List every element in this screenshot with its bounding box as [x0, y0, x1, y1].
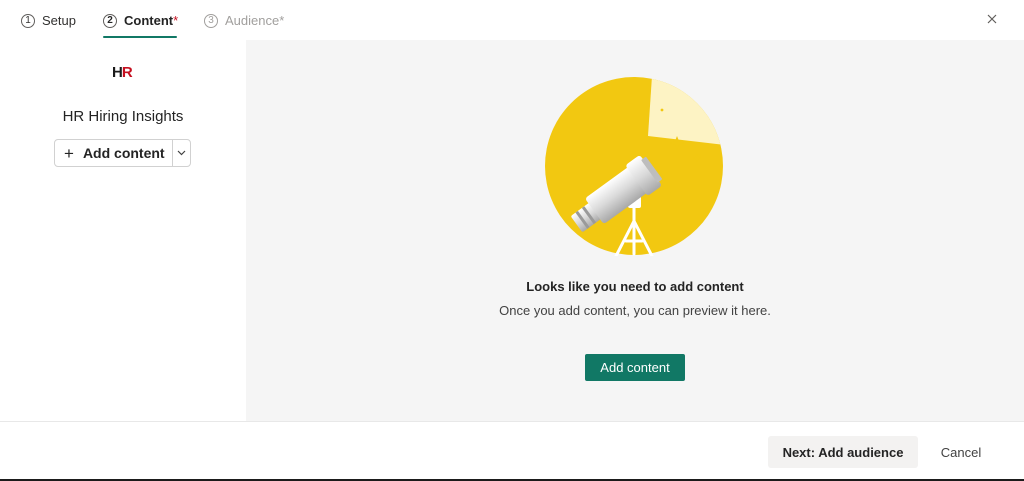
add-content-split-button: + Add content — [54, 139, 191, 167]
empty-state-subtext: Once you add content, you can preview it… — [499, 303, 771, 318]
preview-pane: Looks like you need to add content Once … — [246, 40, 1024, 421]
step-number: 3 — [204, 13, 218, 28]
step-content[interactable]: 2 Content * — [103, 13, 178, 28]
empty-state-heading: Looks like you need to add content — [526, 279, 744, 294]
step-setup[interactable]: 1 Setup — [21, 13, 76, 28]
step-number: 2 — [103, 13, 117, 28]
plus-icon: + — [64, 143, 74, 163]
add-content-label: Add content — [82, 145, 165, 161]
active-step-indicator — [103, 36, 177, 38]
required-marker: * — [173, 13, 179, 28]
step-label: Setup — [42, 13, 76, 28]
light-beam — [648, 77, 723, 146]
step-number: 1 — [21, 13, 35, 28]
next-add-audience-button[interactable]: Next: Add audience — [768, 436, 918, 468]
required-marker: * — [279, 13, 285, 28]
content-sidebar: HR HR Hiring Insights + Add content — [0, 40, 246, 421]
close-button[interactable] — [983, 10, 1001, 28]
wizard-footer: Next: Add audience Cancel — [0, 421, 1024, 481]
add-content-button[interactable]: + Add content — [55, 140, 172, 166]
add-content-primary-button[interactable]: Add content — [585, 354, 685, 381]
step-label: Content — [124, 13, 174, 28]
step-label: Audience — [225, 13, 280, 28]
chevron-down-icon — [177, 150, 186, 156]
telescope-illustration — [545, 77, 723, 256]
wizard-stepper: 1 Setup 2 Content * 3 Audience * — [0, 0, 1024, 40]
step-audience[interactable]: 3 Audience * — [204, 13, 284, 28]
close-icon — [987, 14, 997, 24]
add-content-dropdown[interactable] — [171, 140, 190, 166]
report-title: HR Hiring Insights — [62, 108, 184, 125]
hr-logo: HR — [112, 64, 133, 81]
cancel-button[interactable]: Cancel — [930, 436, 992, 468]
